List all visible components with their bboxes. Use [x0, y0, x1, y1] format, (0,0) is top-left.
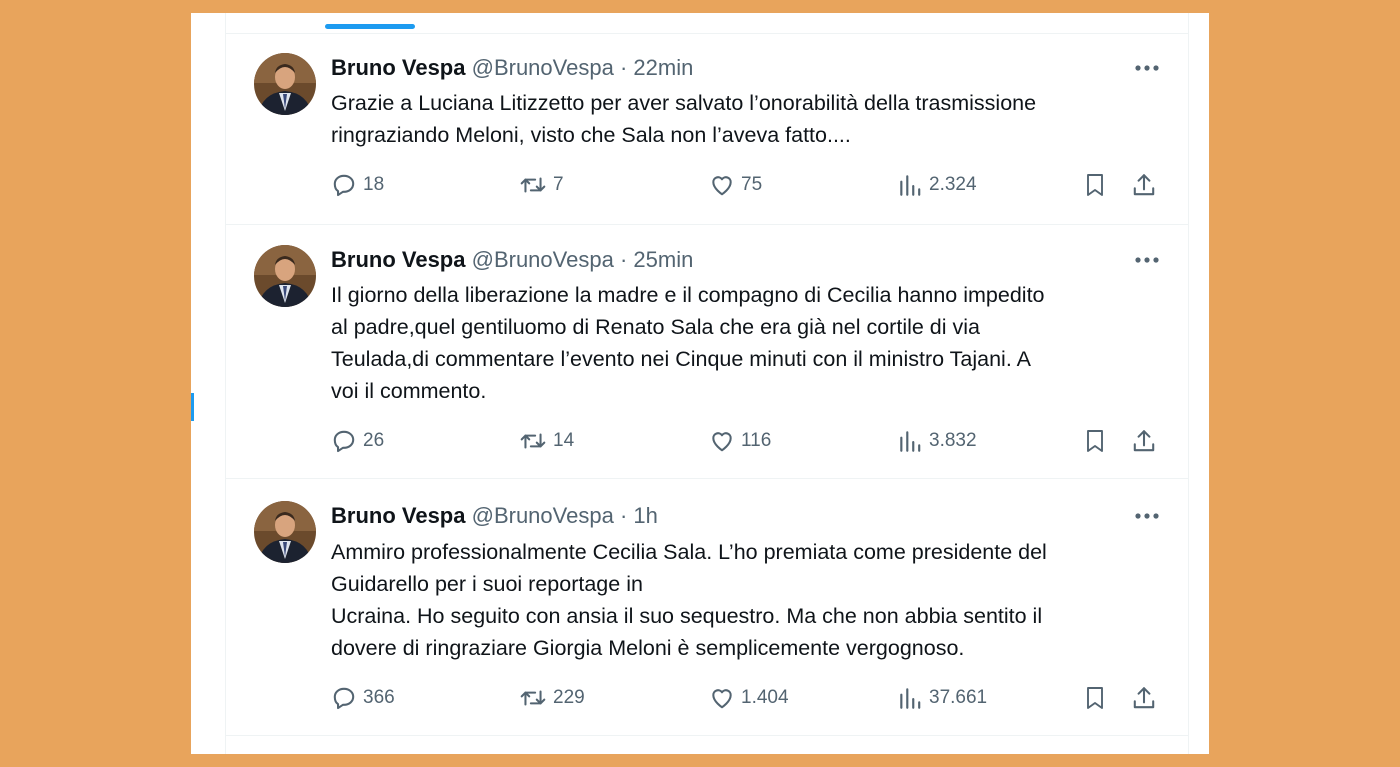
bar-chart-icon	[900, 688, 921, 709]
retweet-icon	[520, 177, 546, 193]
retweet-button[interactable]: 14	[519, 426, 574, 456]
retweet-count: 7	[553, 174, 564, 195]
like-count: 1.404	[741, 687, 789, 708]
tweet-actions: 18 7 75 2.324	[331, 170, 1160, 200]
tweet-header: Bruno Vespa @BrunoVespa · 25min	[331, 246, 1118, 274]
like-count: 116	[741, 430, 772, 451]
avatar[interactable]	[254, 245, 316, 307]
reply-bubble-icon	[333, 687, 355, 710]
reply-bubble-icon	[333, 430, 355, 453]
bar-chart-icon	[900, 431, 921, 452]
tweet[interactable]: Bruno Vespa @BrunoVespa · 1h Ammiro prof…	[226, 479, 1188, 736]
heart-icon	[712, 432, 732, 452]
share-upload-icon	[1133, 430, 1155, 452]
avatar[interactable]	[254, 53, 316, 115]
bookmark-button[interactable]	[1083, 170, 1107, 200]
more-horizontal-icon	[1135, 65, 1159, 71]
bookmark-button[interactable]	[1083, 683, 1107, 713]
reply-bubble-icon	[333, 174, 355, 197]
reply-button[interactable]: 26	[331, 426, 384, 456]
reply-button[interactable]: 366	[331, 683, 395, 713]
more-horizontal-icon	[1135, 513, 1159, 519]
like-button[interactable]: 75	[709, 170, 762, 200]
like-button[interactable]: 116	[709, 426, 771, 456]
tweet[interactable]: Bruno Vespa @BrunoVespa · 22min Grazie a…	[226, 34, 1188, 225]
bookmark-icon	[1087, 687, 1103, 709]
like-button[interactable]: 1.404	[709, 683, 789, 713]
bookmark-button[interactable]	[1083, 426, 1107, 456]
views-button[interactable]: 37.661	[897, 683, 987, 713]
bookmark-icon	[1087, 174, 1103, 196]
share-button[interactable]	[1131, 683, 1157, 713]
timestamp[interactable]: 1h	[633, 503, 657, 528]
tweet-header: Bruno Vespa @BrunoVespa · 1h	[331, 502, 1118, 530]
retweet-count: 229	[553, 687, 585, 708]
reply-count: 366	[363, 687, 395, 708]
scroll-indicator	[191, 393, 194, 421]
author-name[interactable]: Bruno Vespa	[331, 247, 465, 272]
reply-button[interactable]: 18	[331, 170, 384, 200]
avatar-image	[254, 501, 316, 563]
more-options-button[interactable]	[1132, 502, 1162, 530]
more-options-button[interactable]	[1132, 54, 1162, 82]
avatar[interactable]	[254, 501, 316, 563]
retweet-icon	[520, 433, 546, 449]
avatar-image	[254, 53, 316, 115]
separator: ·	[619, 503, 628, 528]
reply-count: 26	[363, 430, 385, 451]
tweet[interactable]: Bruno Vespa @BrunoVespa · 25min Il giorn…	[226, 225, 1188, 479]
tweet-actions: 26 14 116 3.832	[331, 426, 1160, 456]
retweet-icon	[520, 690, 546, 706]
share-upload-icon	[1133, 687, 1155, 709]
tweet-text: Grazie a Luciana Litizzetto per aver sal…	[331, 91, 1037, 147]
share-button[interactable]	[1131, 170, 1157, 200]
retweet-button[interactable]: 7	[519, 170, 564, 200]
bookmark-icon	[1087, 430, 1103, 452]
separator: ·	[619, 247, 628, 272]
reply-count: 18	[363, 174, 385, 195]
view-count: 2.324	[929, 174, 977, 195]
tweet-header: Bruno Vespa @BrunoVespa · 22min	[331, 54, 1118, 82]
share-upload-icon	[1133, 174, 1155, 196]
timeline-feed: Bruno Vespa @BrunoVespa · 22min Grazie a…	[225, 13, 1189, 754]
views-button[interactable]: 3.832	[897, 426, 977, 456]
screenshot-panel: Bruno Vespa @BrunoVespa · 22min Grazie a…	[191, 13, 1209, 754]
view-count: 3.832	[929, 430, 977, 451]
views-button[interactable]: 2.324	[897, 170, 977, 200]
author-name[interactable]: Bruno Vespa	[331, 503, 465, 528]
share-button[interactable]	[1131, 426, 1157, 456]
retweet-count: 14	[553, 430, 575, 451]
tweet-text: Ammiro professionalmente Cecilia Sala. L…	[331, 540, 1047, 660]
timestamp[interactable]: 25min	[633, 247, 693, 272]
bar-chart-icon	[900, 175, 921, 196]
author-handle[interactable]: @BrunoVespa	[472, 503, 614, 528]
view-count: 37.661	[929, 687, 988, 708]
author-handle[interactable]: @BrunoVespa	[472, 55, 614, 80]
divider	[226, 735, 1188, 736]
author-handle[interactable]: @BrunoVespa	[472, 247, 614, 272]
active-tab-indicator	[325, 24, 415, 29]
retweet-button[interactable]: 229	[519, 683, 585, 713]
tweet-actions: 366 229 1.404 37.661	[331, 683, 1160, 713]
heart-icon	[712, 176, 732, 196]
more-options-button[interactable]	[1132, 246, 1162, 274]
tweet-text: Il giorno della liberazione la madre e i…	[331, 283, 1045, 403]
separator: ·	[619, 55, 628, 80]
like-count: 75	[741, 174, 763, 195]
heart-icon	[712, 689, 732, 709]
timestamp[interactable]: 22min	[633, 55, 693, 80]
author-name[interactable]: Bruno Vespa	[331, 55, 465, 80]
more-horizontal-icon	[1135, 257, 1159, 263]
avatar-image	[254, 245, 316, 307]
